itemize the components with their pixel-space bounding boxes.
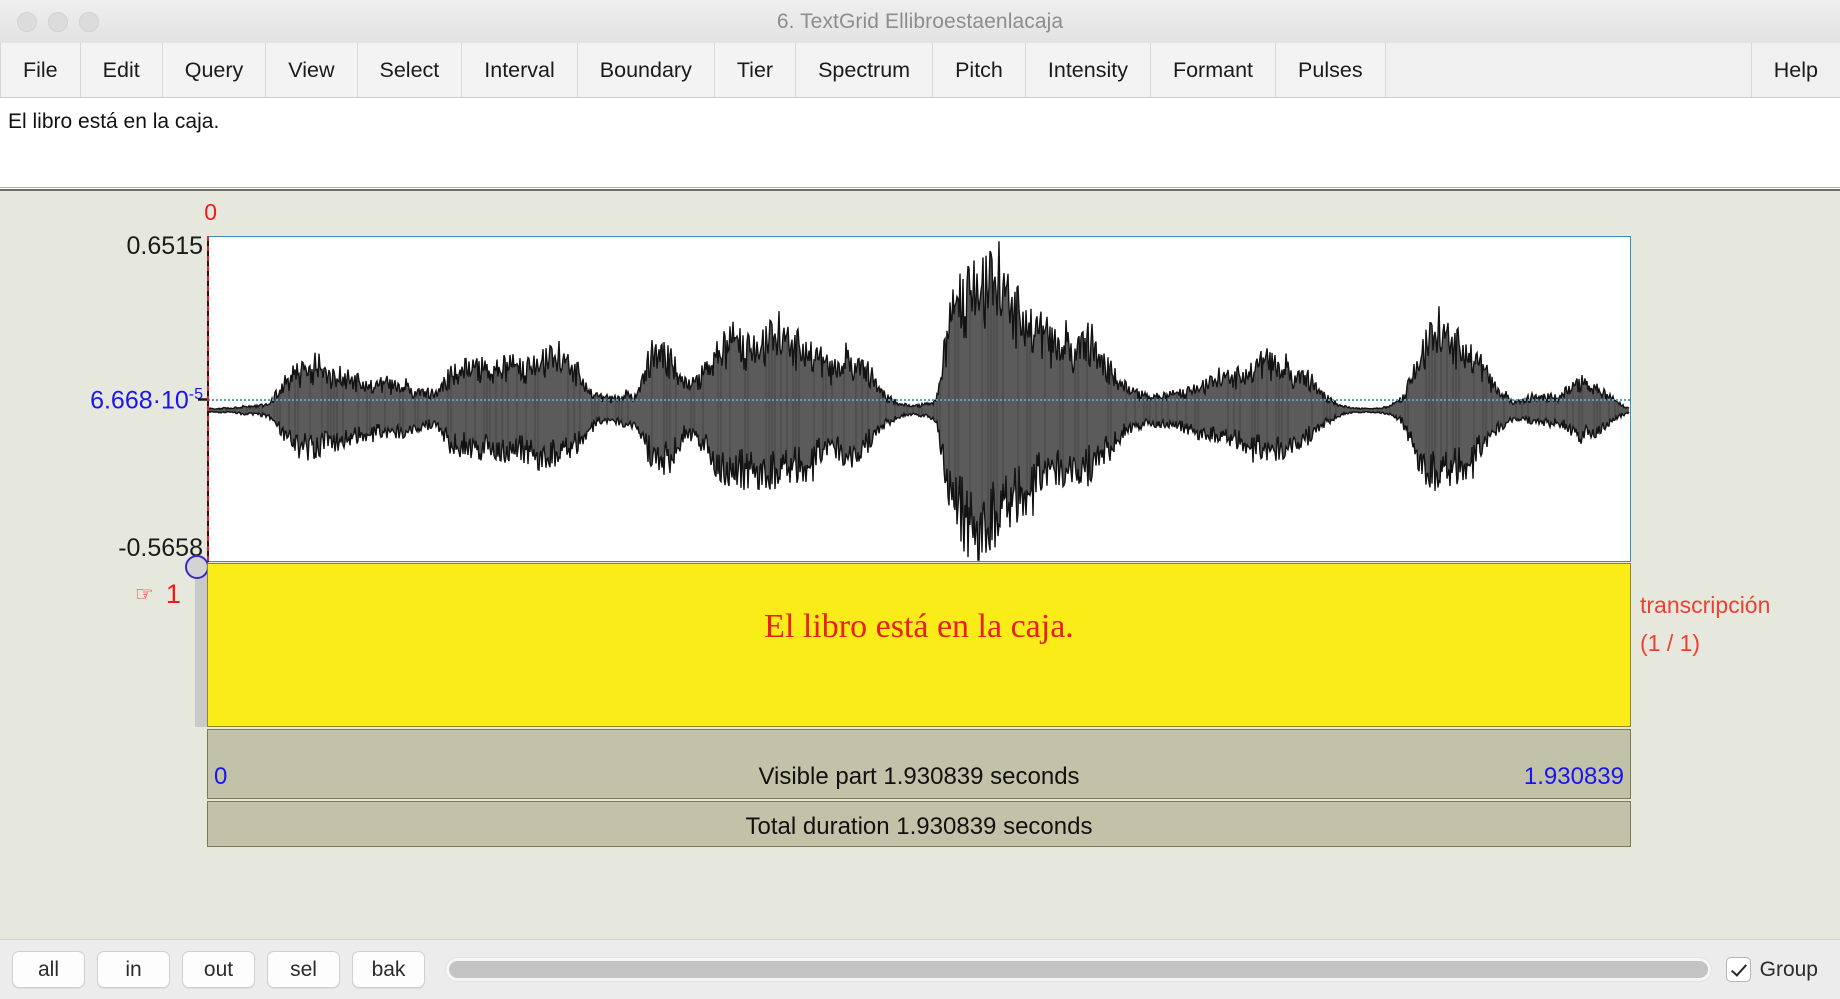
tier-name-block[interactable]: transcripción (1 / 1) — [1640, 587, 1770, 663]
menu-item-edit[interactable]: Edit — [80, 43, 163, 97]
visible-end-time: 1.930839 — [1523, 763, 1624, 790]
menu-item-boundary[interactable]: Boundary — [577, 43, 715, 97]
boundary-handle-icon[interactable] — [185, 555, 209, 579]
page-title: 6. TextGrid Ellibroestaenlacaja — [776, 9, 1064, 33]
waveform-zero-line — [208, 399, 1630, 401]
zoom-in-button[interactable]: in — [97, 951, 170, 988]
menu-item-view[interactable]: View — [266, 43, 358, 97]
zoom-sel-button[interactable]: sel — [267, 951, 340, 988]
interval-text-value: El libro está en la caja. — [8, 110, 220, 133]
interval-text-field[interactable]: El libro está en la caja. — [0, 98, 1840, 188]
bottom-toolbar: all in out sel bak Group — [0, 939, 1840, 999]
waveform-y-zero-label: 6.668·10-5 — [90, 386, 203, 415]
menu-item-pulses[interactable]: Pulses — [1276, 43, 1386, 97]
menu-item-file[interactable]: File — [0, 43, 81, 97]
total-duration-label: Total duration 1.930839 seconds — [745, 813, 1093, 840]
zoom-out-button[interactable]: out — [182, 951, 255, 988]
pointing-hand-icon: ☞ — [135, 583, 154, 606]
menu-item-select[interactable]: Select — [357, 43, 463, 97]
zoom-all-button[interactable]: all — [12, 951, 85, 988]
menu-item-spectrum[interactable]: Spectrum — [796, 43, 934, 97]
visible-part-label: Visible part 1.930839 seconds — [758, 763, 1080, 790]
tier-count-label: (1 / 1) — [1640, 629, 1701, 656]
menu-item-tier[interactable]: Tier — [714, 43, 797, 97]
tier-interval-text: El libro está en la caja. — [764, 608, 1074, 645]
menu-item-interval[interactable]: Interval — [462, 43, 578, 97]
waveform-y-max-label: 0.6515 — [126, 232, 203, 260]
menu-item-pitch[interactable]: Pitch — [933, 43, 1026, 97]
menu-item-formant[interactable]: Formant — [1150, 43, 1277, 97]
menu-item-help[interactable]: Help — [1751, 43, 1840, 97]
visible-part-bar[interactable]: 0 Visible part 1.930839 seconds 1.930839 — [207, 729, 1631, 799]
scrollbar-thumb[interactable] — [449, 961, 1708, 978]
tier-selector[interactable]: ☞ 1 — [135, 581, 181, 608]
tier-number-label: 1 — [165, 579, 181, 609]
cursor-time-label: 0 — [204, 199, 217, 225]
tier-name-label: transcripción — [1640, 592, 1771, 618]
zoom-bak-button[interactable]: bak — [352, 951, 425, 988]
window-title-bar: 6. TextGrid Ellibroestaenlacaja — [0, 0, 1840, 44]
group-checkbox-row[interactable]: Group — [1725, 957, 1818, 982]
menu-bar: File Edit Query View Select Interval Bou… — [0, 43, 1840, 98]
horizontal-scrollbar[interactable] — [445, 957, 1712, 982]
menu-item-query[interactable]: Query — [162, 43, 267, 97]
menu-bar-spacer — [1385, 43, 1752, 97]
group-checkbox[interactable] — [1725, 957, 1751, 982]
group-checkbox-label: Group — [1759, 957, 1818, 981]
menu-item-intensity[interactable]: Intensity — [1025, 43, 1151, 97]
selection-edge-left[interactable] — [207, 236, 209, 562]
waveform-y-zero-mantissa: 6.668·10 — [90, 386, 189, 415]
editor-canvas[interactable]: 0 0.6515 6.668·10-5 -0.5658 ☞ 1 El libro… — [0, 189, 1840, 939]
total-duration-bar[interactable]: Total duration 1.930839 seconds — [207, 801, 1631, 847]
textgrid-tier-panel[interactable]: El libro está en la caja. — [207, 563, 1631, 727]
